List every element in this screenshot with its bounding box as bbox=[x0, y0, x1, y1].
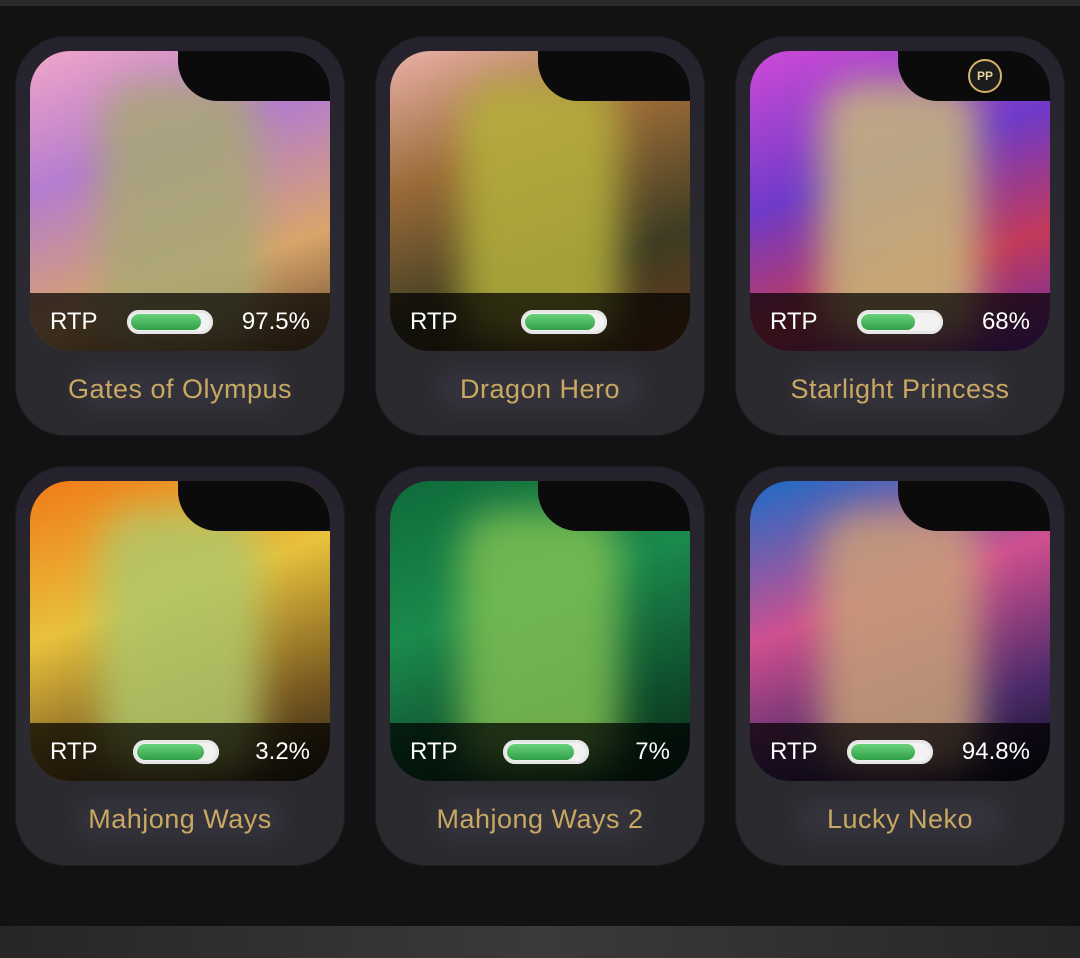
rtp-progress-bar bbox=[126, 310, 213, 334]
rtp-value: 94.8% bbox=[961, 738, 1030, 765]
rtp-label: RTP bbox=[410, 308, 458, 335]
rtp-progress-fill bbox=[137, 744, 204, 760]
thumbnail-notch bbox=[538, 51, 690, 101]
rtp-progress-fill bbox=[507, 744, 574, 760]
rtp-progress-bar bbox=[520, 310, 607, 334]
game-thumbnail[interactable]: RTP bbox=[390, 51, 690, 351]
rtp-progress-fill bbox=[130, 314, 201, 330]
thumbnail-notch bbox=[178, 51, 330, 101]
thumbnail-notch bbox=[538, 481, 690, 531]
game-title: Lucky Neko bbox=[826, 804, 974, 834]
game-thumbnail[interactable]: RTP 3.2% bbox=[30, 481, 330, 781]
game-card[interactable]: RTP Dragon Hero bbox=[375, 36, 705, 436]
rtp-label: RTP bbox=[50, 308, 98, 335]
rtp-progress-fill bbox=[850, 744, 915, 760]
rtp-value: 3.2% bbox=[255, 738, 310, 765]
rtp-label: RTP bbox=[770, 738, 818, 765]
game-title: Starlight Princess bbox=[790, 374, 1010, 404]
rtp-value: 7% bbox=[635, 738, 670, 765]
thumbnail-notch bbox=[178, 481, 330, 531]
game-title: Mahjong Ways bbox=[88, 804, 272, 834]
game-card[interactable]: RTP 3.2% Mahjong Ways bbox=[15, 466, 345, 866]
game-card[interactable]: RTP 7% Mahjong Ways 2 bbox=[375, 466, 705, 866]
rtp-progress-bar bbox=[133, 740, 220, 764]
thumbnail-notch bbox=[898, 481, 1050, 531]
game-thumbnail[interactable]: RTP 7% bbox=[390, 481, 690, 781]
bottom-bar bbox=[0, 926, 1080, 958]
game-card[interactable]: RTP 97.5% Gates of Olympus bbox=[15, 36, 345, 436]
rtp-value: 97.5% bbox=[241, 308, 310, 335]
rtp-value: 68% bbox=[981, 308, 1030, 335]
game-card[interactable]: PP RTP 68% Starlight Princess bbox=[735, 36, 1065, 436]
rtp-row: RTP 97.5% bbox=[30, 293, 330, 351]
rtp-progress-fill bbox=[860, 314, 916, 330]
rtp-row: RTP bbox=[390, 293, 690, 351]
rtp-row: RTP 94.8% bbox=[750, 723, 1050, 781]
rtp-progress-bar bbox=[846, 740, 933, 764]
rtp-progress-fill bbox=[524, 314, 595, 330]
rtp-label: RTP bbox=[770, 308, 818, 335]
game-thumbnail[interactable]: RTP 94.8% bbox=[750, 481, 1050, 781]
rtp-row: RTP 7% bbox=[390, 723, 690, 781]
rtp-progress-bar bbox=[503, 740, 590, 764]
rtp-row: RTP 68% bbox=[750, 293, 1050, 351]
game-title: Dragon Hero bbox=[459, 374, 621, 404]
game-title: Gates of Olympus bbox=[67, 374, 293, 404]
thumbnail-notch: PP bbox=[898, 51, 1050, 101]
game-grid: RTP 97.5% Gates of Olympus RTP Dragon He… bbox=[0, 0, 1080, 926]
provider-badge-icon: PP bbox=[968, 59, 1002, 93]
game-thumbnail[interactable]: RTP 97.5% bbox=[30, 51, 330, 351]
game-card[interactable]: RTP 94.8% Lucky Neko bbox=[735, 466, 1065, 866]
rtp-row: RTP 3.2% bbox=[30, 723, 330, 781]
game-title: Mahjong Ways 2 bbox=[436, 804, 644, 834]
rtp-label: RTP bbox=[50, 738, 98, 765]
rtp-progress-bar bbox=[856, 310, 943, 334]
game-thumbnail[interactable]: PP RTP 68% bbox=[750, 51, 1050, 351]
rtp-label: RTP bbox=[410, 738, 458, 765]
